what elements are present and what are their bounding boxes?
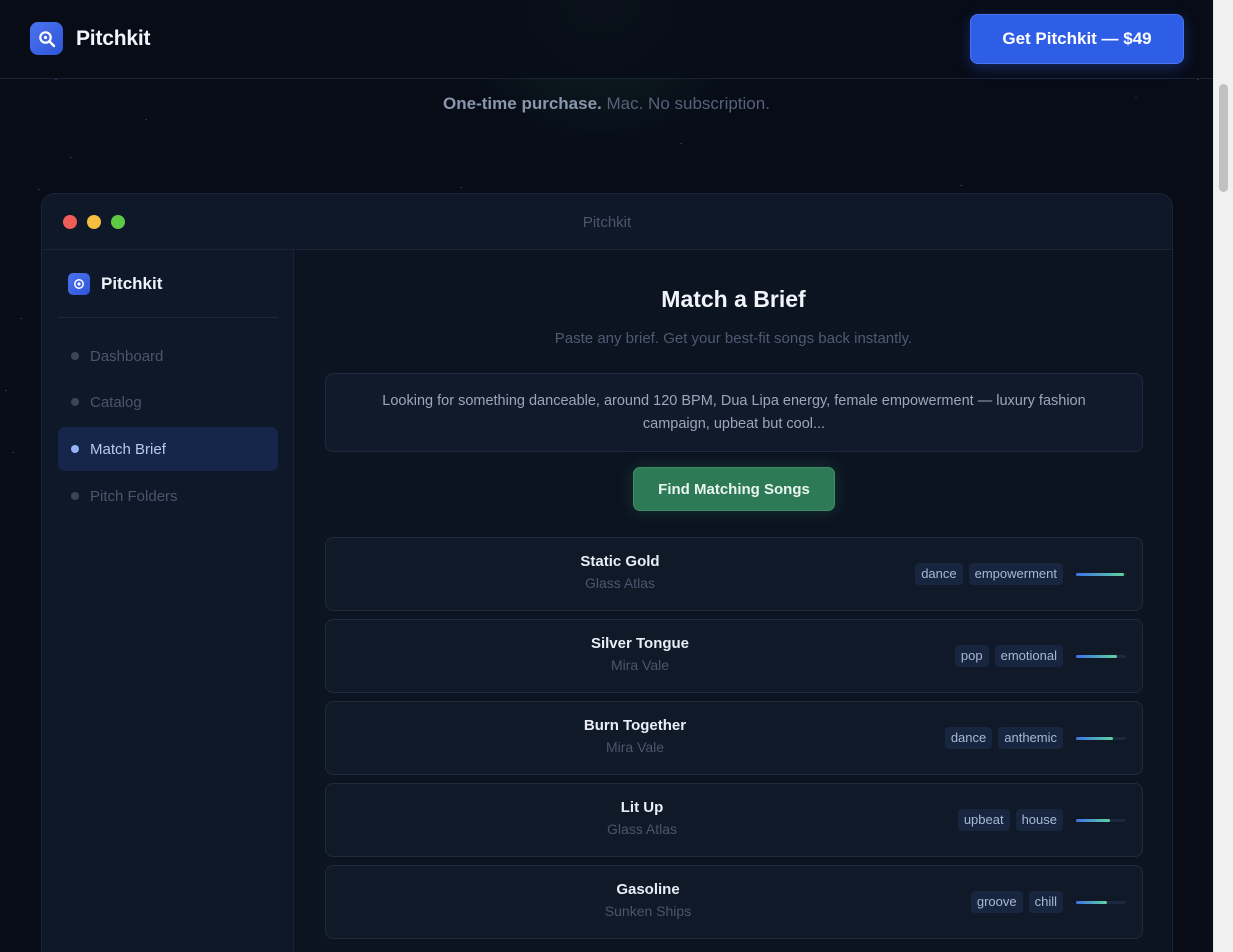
buy-button[interactable]: Get Pitchkit — $49 bbox=[970, 14, 1184, 64]
brand-name: Pitchkit bbox=[76, 26, 151, 50]
background-star bbox=[38, 189, 40, 190]
song-title: Lit Up bbox=[620, 799, 664, 816]
match-score-bar bbox=[1076, 818, 1126, 822]
song-info: Gasoline Sunken Ships bbox=[326, 881, 970, 919]
background-star bbox=[20, 318, 22, 319]
background-star bbox=[145, 119, 147, 120]
bullet-dot-icon bbox=[71, 398, 79, 406]
sidebar-item-label: Dashboard bbox=[90, 347, 164, 365]
scrollbar-thumb[interactable] bbox=[1219, 84, 1228, 192]
tagline-bold: One-time purchase. bbox=[443, 94, 602, 113]
song-row[interactable]: Lit Up Glass Atlas upbeat house bbox=[325, 783, 1143, 857]
results-list: Static Gold Glass Atlas dance empowermen… bbox=[325, 537, 1143, 947]
background-star bbox=[680, 143, 682, 144]
sidebar-item-catalog[interactable]: Catalog bbox=[58, 380, 278, 424]
tagline-rest: Mac. No subscription. bbox=[601, 94, 770, 113]
song-title: Gasoline bbox=[616, 881, 680, 898]
page-title: Match a Brief bbox=[661, 286, 806, 312]
song-row[interactable]: Gasoline Sunken Ships groove chill bbox=[325, 865, 1143, 939]
sidebar: Pitchkit Dashboard Catalog Match Brief P… bbox=[42, 250, 294, 952]
song-title: Burn Together bbox=[583, 717, 687, 734]
song-info: Lit Up Glass Atlas bbox=[326, 799, 958, 837]
sidebar-brand-name: Pitchkit bbox=[101, 274, 163, 293]
sidebar-item-match-brief[interactable]: Match Brief bbox=[58, 427, 278, 471]
bullet-dot-icon bbox=[71, 445, 79, 453]
genre-tag: pop bbox=[954, 645, 989, 667]
sidebar-item-label: Catalog bbox=[90, 393, 142, 411]
song-row[interactable]: Static Gold Glass Atlas dance empowermen… bbox=[325, 537, 1143, 611]
song-info: Silver Tongue Mira Vale bbox=[326, 635, 954, 673]
page-subtitle: Paste any brief. Get your best-fit songs… bbox=[554, 330, 913, 347]
song-row[interactable]: Burn Together Mira Vale dance anthemic bbox=[325, 701, 1143, 775]
sidebar-divider bbox=[58, 317, 278, 318]
song-title: Silver Tongue bbox=[590, 635, 690, 652]
song-artist: Sunken Ships bbox=[604, 903, 692, 919]
genre-tag: dance bbox=[915, 563, 963, 585]
find-matching-songs-button[interactable]: Find Matching Songs bbox=[633, 467, 835, 511]
sidebar-item-pitch-folders[interactable]: Pitch Folders bbox=[58, 474, 278, 518]
main-panel: Match a Brief Paste any brief. Get your … bbox=[295, 250, 1172, 952]
match-score-bar bbox=[1076, 736, 1126, 740]
song-meta: groove chill bbox=[970, 891, 1126, 913]
brand[interactable]: Pitchkit bbox=[30, 22, 150, 55]
song-meta: dance empowerment bbox=[915, 563, 1126, 585]
song-artist: Glass Atlas bbox=[584, 575, 656, 591]
sidebar-brand: Pitchkit bbox=[68, 273, 162, 295]
match-score-fill bbox=[1076, 900, 1107, 904]
background-star bbox=[70, 157, 72, 158]
song-info: Burn Together Mira Vale bbox=[326, 717, 944, 755]
background-star bbox=[12, 452, 14, 453]
background-star bbox=[1197, 79, 1199, 80]
song-row[interactable]: Silver Tongue Mira Vale pop emotional bbox=[325, 619, 1143, 693]
match-score-bar bbox=[1076, 900, 1126, 904]
sidebar-item-dashboard[interactable]: Dashboard bbox=[58, 334, 278, 378]
match-score-fill bbox=[1076, 818, 1110, 822]
genre-tag: dance bbox=[944, 727, 993, 749]
background-star bbox=[460, 187, 462, 188]
background-star bbox=[960, 185, 962, 186]
song-title: Static Gold bbox=[580, 553, 660, 570]
bullet-dot-icon bbox=[71, 492, 79, 500]
top-navigation: Pitchkit Get Pitchkit — $49 bbox=[0, 0, 1213, 79]
match-score-bar bbox=[1076, 572, 1126, 576]
page-scrollbar[interactable] bbox=[1213, 0, 1233, 952]
window-title: Pitchkit bbox=[582, 214, 632, 231]
match-score-fill bbox=[1076, 654, 1117, 658]
genre-tag: upbeat bbox=[957, 809, 1010, 831]
song-meta: upbeat house bbox=[957, 809, 1126, 831]
song-meta: pop emotional bbox=[954, 645, 1126, 667]
mood-tag: empowerment bbox=[968, 563, 1063, 585]
bullet-dot-icon bbox=[71, 352, 79, 360]
match-score-fill bbox=[1076, 736, 1113, 740]
song-meta: dance anthemic bbox=[944, 727, 1126, 749]
mood-tag: chill bbox=[1028, 891, 1063, 913]
mood-tag: emotional bbox=[994, 645, 1063, 667]
mood-tag: house bbox=[1015, 809, 1063, 831]
song-artist: Mira Vale bbox=[605, 739, 665, 755]
background-star bbox=[5, 390, 7, 391]
match-score-bar bbox=[1076, 654, 1126, 658]
brief-input[interactable]: Looking for something danceable, around … bbox=[325, 373, 1143, 452]
sidebar-item-label: Pitch Folders bbox=[90, 487, 178, 505]
magnifier-logo-icon bbox=[30, 22, 63, 55]
window-titlebar: Pitchkit bbox=[42, 194, 1172, 250]
song-info: Static Gold Glass Atlas bbox=[326, 553, 914, 591]
target-logo-icon bbox=[68, 273, 90, 295]
genre-tag: groove bbox=[970, 891, 1023, 913]
mood-tag: anthemic bbox=[998, 727, 1063, 749]
background-star bbox=[55, 79, 57, 80]
app-window: Pitchkit Pitchkit Dashboard Catalog Matc… bbox=[41, 193, 1173, 952]
song-artist: Mira Vale bbox=[610, 657, 670, 673]
song-artist: Glass Atlas bbox=[606, 821, 678, 837]
match-score-fill bbox=[1076, 572, 1124, 576]
sidebar-item-label: Match Brief bbox=[90, 440, 166, 458]
tagline: One-time purchase. Mac. No subscription. bbox=[0, 94, 1213, 114]
